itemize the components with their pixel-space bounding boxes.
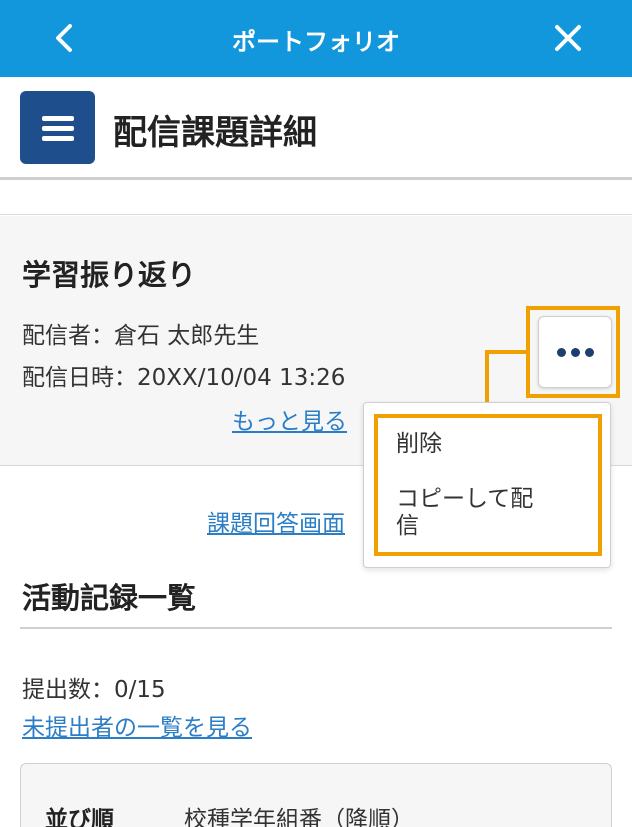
highlight-connector (485, 350, 489, 404)
close-icon[interactable] (548, 18, 588, 58)
answer-screen-link[interactable]: 課題回答画面 (207, 504, 345, 538)
menu-icon[interactable] (20, 91, 95, 164)
submission-count: 提出数：0/15 (22, 677, 166, 703)
sort-label: 並び順 (45, 807, 114, 827)
activity-section-title: 活動記録一覧 (22, 581, 197, 615)
divider (20, 627, 612, 629)
highlight-connector (485, 350, 528, 354)
menu-item-copy-and-send[interactable]: コピーして配 信 (396, 486, 586, 540)
assignment-sender: 配信者：倉石 太郎先生 (22, 323, 260, 349)
assignment-datetime: 配信日時：20XX/10/04 13:26 (22, 365, 346, 391)
more-dots-icon (571, 348, 580, 357)
unsubmitted-list-link[interactable]: 未提出者の一覧を見る (22, 708, 252, 742)
top-bar: ポートフォリオ (0, 0, 632, 77)
more-options-button[interactable] (538, 316, 612, 388)
sort-panel: 並び順 校種学年組番（降順） (20, 763, 612, 827)
more-link[interactable]: もっと見る (232, 402, 347, 436)
menu-item-delete[interactable]: 削除 (396, 431, 442, 458)
more-dots-icon (557, 348, 566, 357)
assignment-title: 学習振り返り (22, 258, 197, 292)
app-title: ポートフォリオ (232, 28, 400, 56)
page-title: 配信課題詳細 (113, 113, 317, 153)
sort-select[interactable]: 校種学年組番（降順） (184, 800, 414, 827)
page-header: 配信課題詳細 (0, 77, 632, 180)
spacer (0, 180, 632, 215)
more-dots-icon (585, 348, 594, 357)
